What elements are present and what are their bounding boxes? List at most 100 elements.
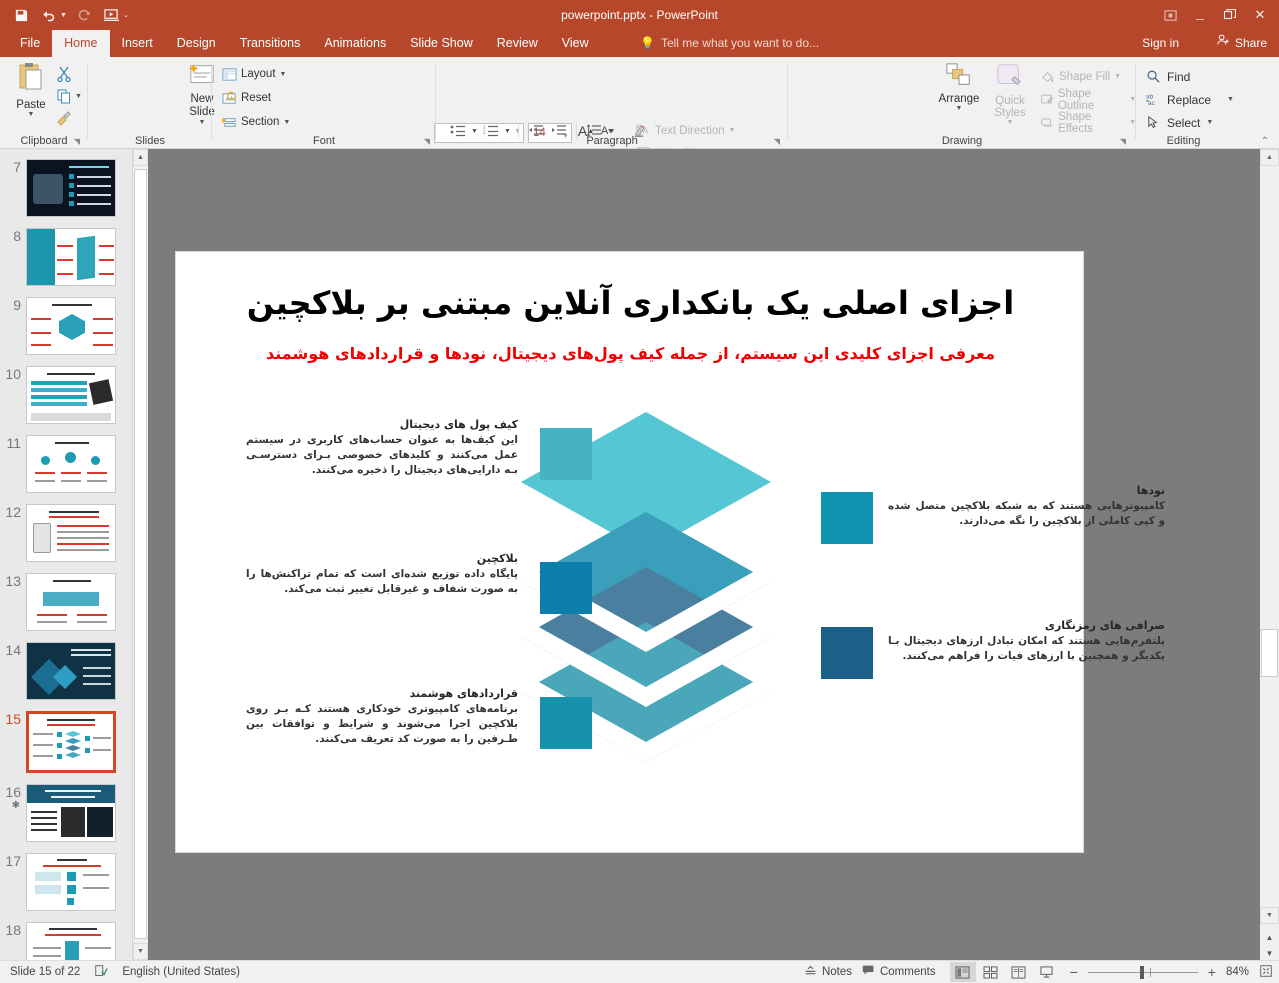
select-button[interactable]: Select ▼ (1146, 111, 1234, 134)
thumbnail-item-15[interactable]: 15 (0, 711, 147, 773)
quick-styles-button[interactable]: Quick Styles ▼ (984, 62, 1036, 126)
thumbnail-item-18[interactable]: 18 (0, 922, 147, 960)
tab-slide-show[interactable]: Slide Show (398, 30, 485, 57)
previous-slide-icon[interactable]: ▲ (1260, 933, 1279, 942)
thumbnail-item-16[interactable]: 16 ✱ (0, 784, 147, 842)
zoom-slider-handle[interactable] (1139, 965, 1144, 979)
quick-styles-dropdown-icon[interactable]: ▼ (984, 119, 1036, 126)
reading-view-button[interactable] (1006, 962, 1032, 982)
marker-crypto-exchanges[interactable] (821, 627, 873, 679)
marker-nodes[interactable] (821, 492, 873, 544)
shape-fill-dropdown-icon[interactable]: ▼ (1114, 73, 1121, 80)
thumbnail-item-11[interactable]: 11 (0, 435, 147, 493)
drawing-dialog-launcher[interactable]: ◥ (1120, 137, 1126, 146)
text-block-digital-wallets[interactable]: کیف پول های دیجیتال این کیف‌ها به عنوان … (246, 418, 518, 479)
thumbnail-item-12[interactable]: 12 (0, 504, 147, 562)
tab-animations[interactable]: Animations (312, 30, 398, 57)
slide-editing-area[interactable]: اجزای اصلی یک بانکداری آنلاین مبتنی بر ب… (148, 149, 1260, 960)
scroll-down-icon[interactable]: ▼ (133, 943, 148, 960)
zoom-slider[interactable] (1087, 965, 1198, 979)
language-indicator[interactable]: English (United States) (122, 966, 240, 978)
zoom-out-button[interactable]: − (1070, 964, 1078, 980)
scroll-up-icon[interactable]: ▲ (133, 149, 148, 166)
fit-to-window-button[interactable] (1259, 964, 1273, 981)
text-block-smart-contracts[interactable]: قراردادهای هوشمند برنامه‌های کامپیوتری خ… (246, 687, 518, 748)
comments-button[interactable]: Comments (862, 964, 936, 980)
thumbnail-image[interactable] (26, 784, 116, 842)
tab-transitions[interactable]: Transitions (228, 30, 313, 57)
zoom-in-button[interactable]: + (1208, 964, 1216, 980)
thumbnail-image[interactable] (26, 642, 116, 700)
thumbnail-image[interactable] (26, 573, 116, 631)
slide-thumbnail-panel[interactable]: 7 8 9 10 11 12 13 14 15 16 ✱ 17 18 (0, 149, 148, 960)
paste-button[interactable]: Paste ▼ (8, 61, 54, 118)
spell-check-icon[interactable] (94, 964, 109, 981)
copy-dropdown-icon[interactable]: ▼ (75, 93, 82, 100)
thumbnail-image[interactable] (26, 853, 116, 911)
text-block-crypto-exchanges[interactable]: صرافی های رمزنگاری پلتفرم‌هایی هستند که … (888, 619, 1165, 664)
scroll-up-icon[interactable]: ▲ (1260, 149, 1279, 166)
collapse-ribbon-icon[interactable]: ⌃ (1261, 136, 1269, 147)
font-dialog-launcher[interactable]: ◥ (424, 137, 430, 146)
thumbnail-image[interactable] (26, 922, 116, 960)
text-block-nodes[interactable]: نودها کامپیوترهایی هستند که به شبکه بلاک… (888, 484, 1165, 529)
thumbnail-image[interactable] (26, 297, 116, 355)
thumbnail-item-9[interactable]: 9 (0, 297, 147, 355)
thumbnail-item-13[interactable]: 13 (0, 573, 147, 631)
restore-button[interactable] (1215, 1, 1245, 29)
replace-dropdown-icon[interactable]: ▼ (1227, 96, 1234, 103)
slide-subtitle[interactable]: معرفی اجزای کلیدی این سیستم، از جمله کیف… (196, 344, 1065, 363)
slide-indicator[interactable]: Slide 15 of 22 (10, 966, 80, 978)
start-slideshow-icon[interactable] (99, 2, 125, 28)
shape-fill-button[interactable]: Shape Fill ▼ (1040, 65, 1136, 88)
share-button[interactable]: Share (1210, 30, 1273, 57)
thumbnail-item-7[interactable]: 7 (0, 159, 147, 217)
notes-button[interactable]: Notes (804, 964, 852, 980)
tab-design[interactable]: Design (165, 30, 228, 57)
slide-sorter-view-button[interactable] (978, 962, 1004, 982)
thumbnail-image-selected[interactable] (26, 711, 116, 773)
thumbnail-panel-scrollbar[interactable]: ▲ ▼ (132, 149, 148, 960)
text-block-blockchain[interactable]: بلاکچین پایگاه داده توزیع شده‌ای است که … (246, 552, 518, 597)
thumbnail-image[interactable] (26, 435, 116, 493)
scroll-down-icon[interactable]: ▼ (1260, 907, 1279, 924)
close-button[interactable]: ✕ (1245, 1, 1275, 29)
shape-outline-button[interactable]: Shape Outline ▼ (1040, 88, 1136, 112)
thumbnail-item-8[interactable]: 8 (0, 228, 147, 286)
thumbnail-image[interactable] (26, 504, 116, 562)
line-spacing-dropdown-icon[interactable]: ▼ (607, 128, 614, 135)
thumbnail-image[interactable] (26, 159, 116, 217)
replace-button[interactable]: ab ac Replace ▼ (1146, 88, 1234, 111)
find-button[interactable]: Find (1146, 65, 1234, 88)
tell-me-search[interactable]: 💡 Tell me what you want to do... (640, 30, 819, 57)
clipboard-dialog-launcher[interactable]: ◥ (74, 137, 80, 146)
current-slide[interactable]: اجزای اصلی یک بانکداری آنلاین مبتنی بر ب… (175, 251, 1165, 853)
tab-insert[interactable]: Insert (110, 30, 165, 57)
thumbnail-item-17[interactable]: 17 (0, 853, 147, 911)
arrange-button[interactable]: Arrange ▼ (934, 62, 984, 112)
marker-smart-contracts[interactable] (540, 697, 592, 749)
slide-area-scrollbar[interactable]: ▲ ▼ ▲ ▼ (1260, 149, 1279, 960)
paragraph-dialog-launcher[interactable]: ◥ (774, 137, 780, 146)
ribbon-display-options-icon[interactable] (1155, 1, 1185, 29)
marker-digital-wallets[interactable] (540, 428, 592, 480)
next-slide-icon[interactable]: ▼ (1260, 949, 1279, 958)
customize-quick-access-icon[interactable]: ⌄ (123, 11, 129, 19)
tab-view[interactable]: View (550, 30, 601, 57)
zoom-level-label[interactable]: 84% (1226, 966, 1249, 978)
thumbnail-item-14[interactable]: 14 (0, 642, 147, 700)
tab-review[interactable]: Review (485, 30, 550, 57)
thumbnail-image[interactable] (26, 366, 116, 424)
scrollbar-thumb[interactable] (1261, 629, 1278, 677)
save-icon[interactable] (8, 2, 34, 28)
sign-in-button[interactable]: Sign in (1142, 30, 1179, 57)
paste-dropdown-icon[interactable]: ▼ (8, 111, 54, 118)
marker-blockchain[interactable] (540, 562, 592, 614)
tab-home[interactable]: Home (52, 30, 110, 57)
bullets-dropdown-icon[interactable]: ▼ (471, 128, 478, 135)
slide-show-button[interactable] (1034, 962, 1060, 982)
normal-view-button[interactable] (949, 962, 976, 982)
scrollbar-thumb[interactable] (134, 169, 147, 939)
redo-icon[interactable] (71, 2, 97, 28)
tab-file[interactable]: File (8, 30, 52, 57)
